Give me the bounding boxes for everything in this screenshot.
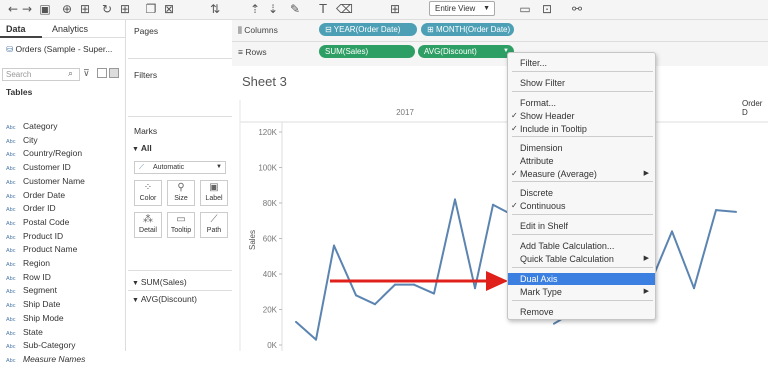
menu-divider [512, 181, 653, 182]
string-type-icon: Abc [6, 357, 16, 364]
menu-item-label: Filter... [520, 58, 548, 68]
series-segment [413, 283, 435, 295]
menu-item-label: Mark Type [520, 287, 562, 297]
menu-item-show-filter[interactable]: Show Filter [508, 77, 655, 89]
menu-item-label: Show Filter [520, 78, 566, 88]
data-point [735, 211, 737, 213]
menu-item-discrete[interactable]: Discrete [508, 187, 655, 199]
menu-item-dual-axis[interactable]: Dual Axis [508, 273, 655, 285]
menu-item-label: Include in Tooltip [520, 124, 587, 134]
menu-item-dimension[interactable]: Dimension [508, 142, 655, 154]
menu-divider [512, 267, 653, 268]
series-segment [671, 230, 695, 290]
field-label: Measure Names [23, 353, 86, 364]
series-segment [333, 244, 357, 297]
menu-item-continuous[interactable]: ✓ Continuous [508, 200, 655, 212]
menu-item-remove[interactable]: Remove [508, 306, 655, 318]
menu-item-label: Measure (Average) [520, 169, 597, 179]
menu-item-show-header[interactable]: ✓ Show Header [508, 110, 655, 122]
menu-item-format[interactable]: Format... [508, 97, 655, 109]
menu-divider [512, 91, 653, 92]
checkmark-icon: ✓ [511, 201, 518, 210]
menu-item-measure-average[interactable]: ✓ Measure (Average) ▶ [508, 168, 655, 180]
y-tick-label: 120K [258, 128, 277, 137]
menu-divider [512, 234, 653, 235]
menu-item-label: Remove [520, 307, 554, 317]
menu-divider [512, 300, 653, 301]
menu-item-attribute[interactable]: Attribute [508, 155, 655, 167]
submenu-arrow-icon: ▶ [643, 255, 649, 262]
menu-divider [512, 136, 653, 137]
submenu-arrow-icon: ▶ [643, 170, 649, 177]
y-tick-label: 60K [263, 235, 278, 244]
menu-item-label: Attribute [520, 156, 554, 166]
menu-item-quick-table-calculation[interactable]: Quick Table Calculation ▶ [508, 253, 655, 265]
context-menu: Filter... Show Filter Format... ✓ Show Heade… [507, 52, 656, 320]
y-tick-label: 100K [258, 164, 277, 173]
menu-item-label: Format... [520, 98, 557, 108]
menu-item-filter[interactable]: Filter... [508, 57, 655, 69]
series-segment [295, 320, 317, 341]
series-segment [315, 244, 335, 341]
y-tick-label: 0K [267, 341, 277, 350]
series-segment [693, 209, 717, 290]
series-segment [355, 294, 376, 306]
menu-divider [512, 214, 653, 215]
menu-item-label: Edit in Shelf [520, 221, 569, 231]
y-tick-label: 40K [263, 270, 278, 279]
y-tick-label: 20K [263, 306, 278, 315]
menu-item-edit-in-shelf[interactable]: Edit in Shelf [508, 220, 655, 232]
menu-divider [512, 71, 653, 72]
menu-item-label: Dual Axis [520, 274, 558, 284]
series-segment [715, 209, 737, 213]
menu-item-mark-type[interactable]: Mark Type ▶ [508, 286, 655, 298]
annotation-arrow-head [486, 271, 508, 291]
submenu-arrow-icon: ▶ [643, 288, 649, 295]
y-axis-label: Sales [248, 230, 257, 250]
checkmark-icon: ✓ [511, 169, 518, 178]
series-segment [433, 198, 456, 295]
series-segment [374, 283, 396, 306]
menu-item-add-table-calculation[interactable]: Add Table Calculation... [508, 240, 655, 252]
y-tick-label: 80K [263, 199, 278, 208]
menu-item-label: Quick Table Calculation [520, 254, 614, 264]
menu-item-label: Continuous [520, 201, 566, 211]
menu-item-label: Discrete [520, 188, 554, 198]
checkmark-icon: ✓ [511, 111, 518, 120]
checkmark-icon: ✓ [511, 124, 518, 133]
menu-item-label: Show Header [520, 111, 575, 121]
series-segment [454, 198, 476, 290]
field-item[interactable]: Abc Measure Names [6, 353, 124, 366]
menu-item-label: Add Table Calculation... [520, 241, 615, 251]
menu-item-include-in-tooltip[interactable]: ✓ Include in Tooltip [508, 123, 655, 135]
menu-item-label: Dimension [520, 143, 563, 153]
